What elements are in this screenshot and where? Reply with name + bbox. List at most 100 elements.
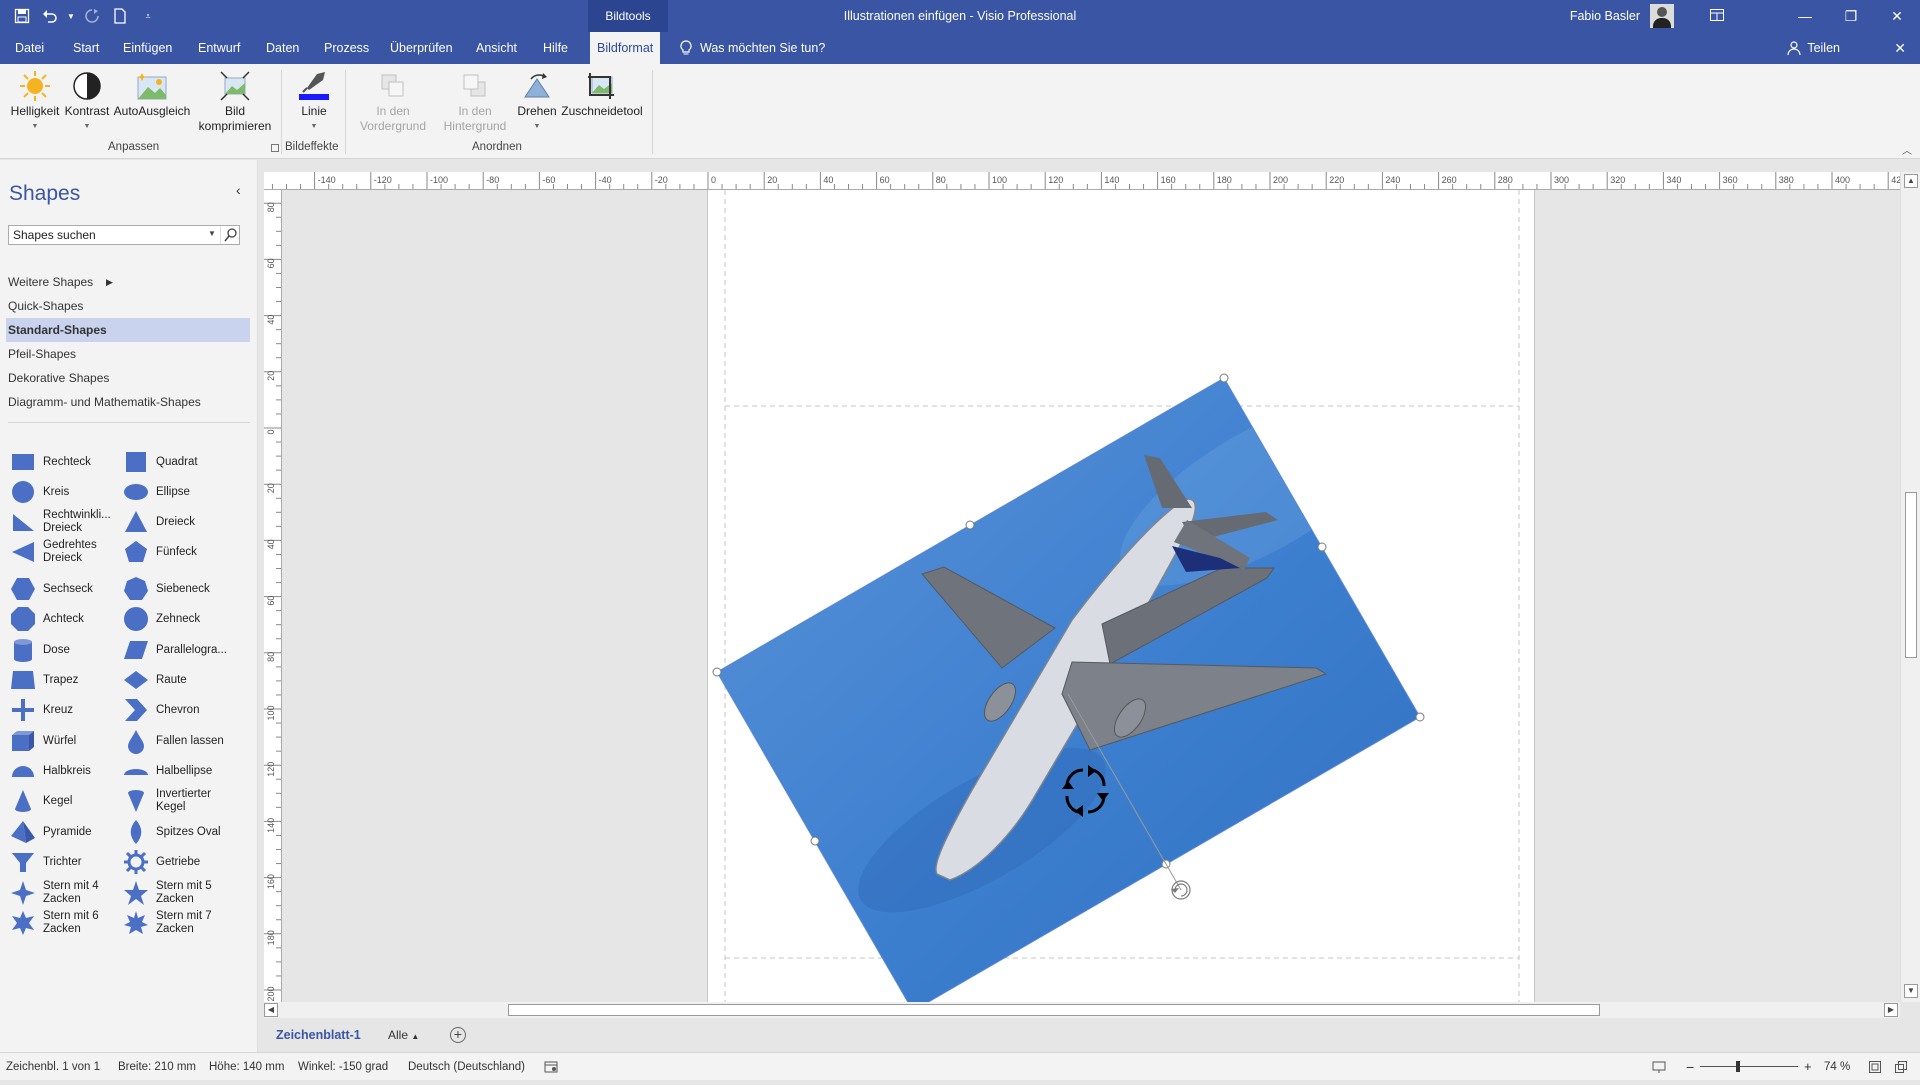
shape-item-heptagon[interactable]: Siebeneck xyxy=(123,574,233,604)
all-sheets-button[interactable]: Alle ▲ xyxy=(388,1018,419,1052)
stencil-weitere-shapes[interactable]: Weitere Shapes ▶ xyxy=(6,270,250,294)
tab-ansicht[interactable]: Ansicht xyxy=(469,32,524,64)
stencil-standard-shapes[interactable]: Standard-Shapes xyxy=(6,318,250,342)
tell-me-box[interactable]: Was möchten Sie tun? xyxy=(680,32,825,64)
sheet-tab-zeichenblatt-1[interactable]: Zeichenblatt-1 xyxy=(276,1018,361,1052)
stencil-pfeil-shapes[interactable]: Pfeil-Shapes xyxy=(6,342,250,366)
bild-komprimieren-button[interactable]: Bild komprimieren xyxy=(196,68,274,134)
status-page[interactable]: Zeichenbl. 1 von 1 xyxy=(6,1053,100,1081)
tab-daten[interactable]: Daten xyxy=(259,32,306,64)
shape-item-drop[interactable]: Fallen lassen xyxy=(123,726,233,756)
shape-item-parallelogram[interactable]: Parallelogra... xyxy=(123,635,233,665)
stencil-quick-shapes[interactable]: Quick-Shapes xyxy=(6,294,250,318)
restore-icon[interactable]: ❐ xyxy=(1828,0,1874,32)
shape-item-pointed-oval[interactable]: Spitzes Oval xyxy=(123,817,233,847)
shape-item-chevron[interactable]: Chevron xyxy=(123,695,233,725)
close-ribbon-icon[interactable]: ✕ xyxy=(1894,32,1906,64)
search-button[interactable] xyxy=(220,226,239,244)
tab-start[interactable]: Start xyxy=(66,32,106,64)
shape-item-can[interactable]: Dose xyxy=(10,635,120,665)
shape-item-rotated-triangle[interactable]: Gedrehtes Dreieck xyxy=(10,537,120,567)
in-den-vordergrund-button[interactable]: In den Vordergrund xyxy=(350,68,436,134)
shape-item-decagon[interactable]: Zehneck xyxy=(123,604,233,634)
customize-qat-icon[interactable]: ⩡ xyxy=(136,4,160,28)
undo-icon[interactable] xyxy=(38,4,62,28)
helligkeit-button[interactable]: Helligkeit ▼ xyxy=(6,68,64,134)
shape-item-hexagon[interactable]: Sechseck xyxy=(10,574,120,604)
autoausgleich-button[interactable]: AutoAusgleich xyxy=(112,68,192,119)
zoom-in-icon[interactable]: + xyxy=(1804,1053,1812,1081)
fit-page-icon[interactable] xyxy=(1868,1053,1882,1081)
share-button[interactable]: Teilen xyxy=(1787,32,1840,64)
shape-item-rectangle[interactable]: Rechteck xyxy=(10,447,120,477)
vertical-scroll-thumb[interactable] xyxy=(1905,492,1917,658)
shape-item-gear[interactable]: Getriebe xyxy=(123,847,233,877)
shape-item-cone[interactable]: Kegel xyxy=(10,786,120,816)
shapes-search-input[interactable] xyxy=(8,225,240,245)
shape-item-pentagon[interactable]: Fünfeck xyxy=(123,537,233,567)
user-account[interactable]: Fabio Basler xyxy=(1570,0,1724,32)
airplane-picture[interactable] xyxy=(716,358,1431,1002)
tab-hilfe[interactable]: Hilfe xyxy=(536,32,575,64)
tab-bildformat[interactable]: Bildformat xyxy=(590,32,661,64)
shape-item-cross[interactable]: Kreuz xyxy=(10,695,120,725)
shape-item-circle[interactable]: Kreis xyxy=(10,477,120,507)
kontrast-button[interactable]: Kontrast ▼ xyxy=(62,68,112,134)
presentation-mode-icon[interactable] xyxy=(1652,1053,1666,1081)
close-icon[interactable]: ✕ xyxy=(1874,0,1920,32)
zoom-level[interactable]: 74 % xyxy=(1824,1053,1850,1081)
add-sheet-icon[interactable]: + xyxy=(450,1027,466,1043)
shape-item-semicircle[interactable]: Halbkreis xyxy=(10,756,120,786)
shape-item-funnel[interactable]: Trichter xyxy=(10,847,120,877)
zoom-slider[interactable] xyxy=(1700,1066,1798,1067)
new-document-icon[interactable] xyxy=(108,4,132,28)
drawing-canvas[interactable] xyxy=(282,190,1900,1002)
shape-item-star7[interactable]: Stern mit 7 Zacken xyxy=(123,908,233,938)
status-language[interactable]: Deutsch (Deutschland) xyxy=(408,1053,525,1081)
dialog-launcher-icon[interactable] xyxy=(271,144,279,152)
horizontal-scroll-thumb[interactable] xyxy=(508,1004,1600,1016)
horizontal-scrollbar[interactable]: ◀ ▶ xyxy=(264,1002,1900,1018)
in-den-hintergrund-button[interactable]: In den Hintergrund xyxy=(432,68,518,134)
shape-item-star4[interactable]: Stern mit 4 Zacken xyxy=(10,878,120,908)
shape-item-right-triangle[interactable]: Rechtwinkli... Dreieck xyxy=(10,507,120,537)
shape-item-triangle[interactable]: Dreieck xyxy=(123,507,233,537)
stencil-diagramm-mathematik[interactable]: Diagramm- und Mathematik-Shapes xyxy=(6,390,250,414)
macro-record-icon[interactable] xyxy=(544,1053,558,1081)
shape-item-square[interactable]: Quadrat xyxy=(123,447,233,477)
tab-ueberpruefen[interactable]: Überprüfen xyxy=(383,32,460,64)
shape-item-star6[interactable]: Stern mit 6 Zacken xyxy=(10,908,120,938)
search-dropdown-icon[interactable]: ▼ xyxy=(208,229,216,238)
zoom-out-icon[interactable]: − xyxy=(1686,1053,1694,1081)
save-icon[interactable] xyxy=(10,4,34,28)
shape-item-diamond[interactable]: Raute xyxy=(123,665,233,695)
shape-item-octagon[interactable]: Achteck xyxy=(10,604,120,634)
minimize-icon[interactable]: — xyxy=(1782,0,1828,32)
zoom-slider-thumb[interactable] xyxy=(1736,1061,1740,1072)
drehen-button[interactable]: Drehen ▼ xyxy=(514,68,560,134)
tab-prozess[interactable]: Prozess xyxy=(317,32,376,64)
avatar[interactable] xyxy=(1650,4,1674,28)
shape-item-trapezoid[interactable]: Trapez xyxy=(10,665,120,695)
scroll-right-icon[interactable]: ▶ xyxy=(1884,1003,1898,1017)
collapse-panel-icon[interactable]: ‹ xyxy=(236,182,241,198)
shape-item-inverted-cone[interactable]: Invertierter Kegel xyxy=(123,786,233,816)
ribbon-display-options-icon[interactable] xyxy=(1710,8,1724,24)
collapse-ribbon-icon[interactable]: ︿ xyxy=(1902,142,1912,157)
zuschneidetool-button[interactable]: Zuschneidetool xyxy=(560,68,644,119)
scroll-left-icon[interactable]: ◀ xyxy=(264,1003,278,1017)
scroll-down-icon[interactable]: ▼ xyxy=(1904,984,1918,998)
shape-item-ellipse[interactable]: Ellipse xyxy=(123,477,233,507)
shape-item-star5[interactable]: Stern mit 5 Zacken xyxy=(123,878,233,908)
vertical-scrollbar[interactable]: ▲ ▼ xyxy=(1900,172,1920,1002)
tab-datei[interactable]: Datei xyxy=(8,32,51,64)
tab-einfuegen[interactable]: Einfügen xyxy=(116,32,179,64)
switch-windows-icon[interactable] xyxy=(1894,1053,1908,1081)
tab-entwurf[interactable]: Entwurf xyxy=(191,32,247,64)
redo-icon[interactable] xyxy=(80,4,104,28)
shape-item-pyramid[interactable]: Pyramide xyxy=(10,817,120,847)
stencil-dekorative-shapes[interactable]: Dekorative Shapes xyxy=(6,366,250,390)
undo-dropdown-icon[interactable]: ▼ xyxy=(66,4,76,28)
shape-item-half-ellipse[interactable]: Halbellipse xyxy=(123,756,233,786)
shape-item-cube[interactable]: Würfel xyxy=(10,726,120,756)
